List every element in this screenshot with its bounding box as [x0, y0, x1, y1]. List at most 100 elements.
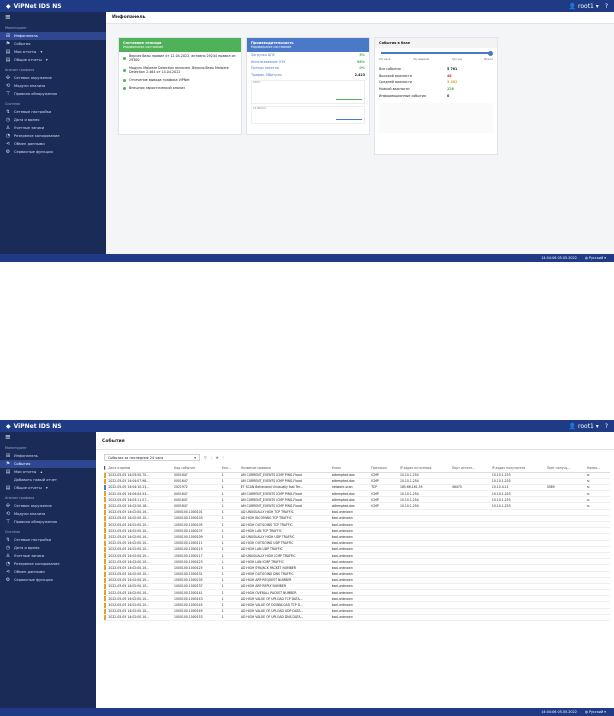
- sidebar-item-label: События: [14, 42, 31, 46]
- events-db-card[interactable]: События в базе 24 часа За неделю За год …: [374, 37, 498, 155]
- sidebar-item-net-settings[interactable]: ↯ Сетевые настройки: [0, 108, 106, 116]
- sidebar-item-label: Дата и время: [14, 546, 40, 550]
- sidebar-item-service[interactable]: ⚙ Сервисные функции: [0, 148, 106, 156]
- language-selector[interactable]: ◍ Русский ▾: [585, 256, 606, 260]
- stat-value[interactable]: 5 761: [447, 67, 493, 71]
- sidebar-item-accounts[interactable]: ♙ Учетные записи: [0, 552, 96, 560]
- app-logo[interactable]: ◆ ViPNet IDS NS: [6, 423, 62, 430]
- severity-bar: [104, 491, 106, 496]
- metric-value: 2.423: [354, 73, 365, 78]
- column-header[interactable]: Кол...: [219, 465, 239, 473]
- status-text: Версия базы правил от 12.04.2022, активн…: [129, 54, 236, 62]
- columns-icon[interactable]: ⫶: [223, 456, 224, 460]
- sidebar-item-accounts[interactable]: ♙ Учетные записи: [0, 124, 106, 132]
- language-selector[interactable]: ◍ Русский ▾: [585, 710, 606, 714]
- filter-icon[interactable]: ▽: [204, 456, 207, 460]
- sidebar-item-label: Дата и время: [14, 118, 40, 122]
- sidebar: ≡ Мониторинг ⊞ Инфопанель ⚑ События ▤ Мои о…: [0, 432, 96, 708]
- sidebar-item-datetime[interactable]: ◷ Дата и время: [0, 544, 96, 552]
- stat-value[interactable]: 226: [447, 87, 493, 91]
- column-header[interactable]: IP-адрес источника: [397, 465, 450, 473]
- table-cell: [489, 614, 545, 622]
- rules-icon: ⊤: [5, 519, 11, 525]
- column-header[interactable]: Дата и время: [106, 465, 172, 473]
- range-label[interactable]: За неделю: [413, 57, 429, 61]
- column-header[interactable]: Порт получа...: [544, 465, 585, 473]
- user-menu[interactable]: 👤 root1 ▾: [569, 423, 599, 430]
- sidebar-item-dashboard[interactable]: ⊞ Инфопанель: [0, 452, 96, 460]
- modules-icon: ⟲: [5, 511, 11, 517]
- backup-icon: ◔: [5, 133, 11, 139]
- sidebar-item-service[interactable]: ⚙ Сервисные функции: [0, 576, 96, 584]
- table-header-row: ▌ Дата и время Код события Кол... Назван…: [104, 465, 610, 473]
- column-header[interactable]: Код события: [172, 465, 220, 473]
- sidebar-item-exchange[interactable]: ⋖ Обмен данными: [0, 568, 96, 576]
- sidebar-item-events[interactable]: ⚑ События: [0, 460, 96, 468]
- sidebar-item-backup[interactable]: ◔ Резервное копирование: [0, 132, 106, 140]
- column-header[interactable]: Протокол: [369, 465, 398, 473]
- network-icon: ✣: [5, 75, 11, 81]
- column-header[interactable]: IP-адрес получателя: [489, 465, 545, 473]
- table-row[interactable]: 2022-05-05 14:02:00.10... 1000100.1000153…: [104, 614, 610, 622]
- period-select[interactable]: События за последние 24 часа ▾: [104, 454, 200, 461]
- metric-value: 88%: [357, 59, 365, 64]
- sidebar-item-label: Сетевое окружение: [14, 504, 52, 508]
- sidebar-item-my-reports[interactable]: ▤ Мои отчеты ▴: [0, 468, 96, 476]
- sidebar-item-shared-reports[interactable]: ▤ Общие отчеты ▾: [0, 484, 96, 492]
- sidebar-item-net-settings[interactable]: ↯ Сетевые настройки: [0, 536, 96, 544]
- sidebar-item-datetime[interactable]: ◷ Дата и время: [0, 116, 106, 124]
- sidebar-item-label: Учетные записи: [14, 554, 45, 558]
- user-name: root1: [578, 422, 594, 430]
- sidebar-item-rules[interactable]: ⊤ Правила обнаружения: [0, 90, 106, 98]
- help-icon[interactable]: ?: [605, 423, 608, 430]
- sidebar-item-shared-reports[interactable]: ▤ Общие отчеты ▾: [0, 56, 106, 64]
- flag-icon: ⚑: [5, 461, 11, 467]
- sidebar-item-rules[interactable]: ⊤ Правила обнаружения: [0, 518, 96, 526]
- sidebar-item-events[interactable]: ⚑ События: [0, 40, 106, 48]
- events-table: ▌ Дата и время Код события Кол... Назван…: [104, 465, 610, 622]
- flag-icon: ⚑: [5, 41, 11, 47]
- metric-label: Использование ОЗУ: [251, 59, 286, 64]
- sidebar-item-my-reports[interactable]: ▤ Мои отчеты ▾: [0, 48, 106, 56]
- sidebar-item-label: Учетные записи: [14, 126, 45, 130]
- sidebar-item-network[interactable]: ✣ Сетевое окружение: [0, 74, 106, 82]
- column-header[interactable]: Порт источн...: [449, 465, 490, 473]
- events-medium: Средней важности 3 402: [375, 79, 497, 86]
- events-total: Все события 5 761: [375, 66, 497, 73]
- stat-value[interactable]: 0: [447, 94, 493, 98]
- slider-handle[interactable]: [488, 50, 493, 56]
- sidebar-item-exchange[interactable]: ⋖ Обмен данными: [0, 140, 106, 148]
- sidebar-item-dashboard[interactable]: ⊞ Инфопанель: [0, 32, 106, 40]
- sidebar-item-add-report[interactable]: Добавить новый отчет: [0, 476, 96, 484]
- severity-bar: [104, 484, 106, 490]
- column-header[interactable]: Напра...: [584, 465, 610, 473]
- sidebar-item-backup[interactable]: ◔ Резервное копирование: [0, 560, 96, 568]
- chevron-down-icon: ▾: [194, 455, 196, 460]
- range-label[interactable]: За год: [452, 57, 462, 61]
- range-label[interactable]: 24 часа: [379, 57, 390, 61]
- chart-line: [336, 99, 362, 101]
- column-header[interactable]: Класс: [329, 465, 370, 473]
- sidebar-item-label: Мои отчеты: [14, 470, 37, 474]
- stat-value[interactable]: 48: [447, 74, 493, 78]
- performance-card[interactable]: Производительность Нормальное состояние З…: [246, 37, 370, 135]
- range-label[interactable]: Всего: [484, 57, 493, 61]
- sidebar-item-modules[interactable]: ⟲ Модули анализа: [0, 82, 106, 90]
- events-table-wrap: ▌ Дата и время Код события Кол... Назван…: [104, 465, 610, 708]
- range-slider[interactable]: [381, 50, 493, 56]
- menu-toggle-icon[interactable]: ≡: [0, 432, 96, 442]
- user-icon: 👤: [568, 2, 577, 10]
- app-logo[interactable]: ◆ ViPNet IDS NS: [6, 3, 62, 10]
- user-menu[interactable]: 👤 root1 ▾: [569, 3, 599, 10]
- sidebar-item-modules[interactable]: ⟲ Модули анализа: [0, 510, 96, 518]
- events-card-body-empty: [379, 102, 493, 133]
- refresh-icon[interactable]: ⟳: [216, 456, 219, 460]
- events-screenshot: ◆ ViPNet IDS NS 👤 root1 ▾ ? ≡ Мониторинг …: [0, 420, 614, 716]
- help-icon[interactable]: ?: [605, 3, 608, 10]
- menu-toggle-icon[interactable]: ≡: [0, 12, 106, 22]
- column-header[interactable]: Название правила: [238, 465, 330, 473]
- status-text: Модуль Malware Detection включен. Версия…: [129, 66, 229, 74]
- stat-value[interactable]: 3 402: [447, 80, 493, 84]
- sidebar-item-network[interactable]: ✣ Сетевое окружение: [0, 502, 96, 510]
- sensor-status-card[interactable]: Состояние сенсора Нормальное состояние Ве…: [118, 37, 242, 135]
